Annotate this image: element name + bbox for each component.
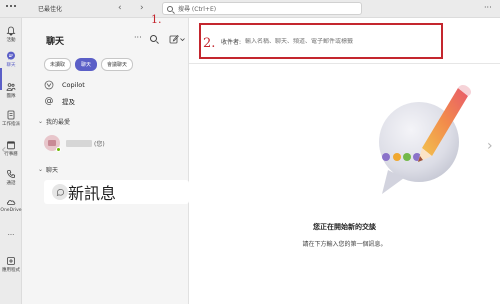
mentions-item[interactable]: 提及: [44, 96, 75, 106]
chat-filters: 未讀取 聊天 會議聊天: [44, 58, 134, 71]
forward-button[interactable]: ›: [140, 2, 144, 14]
calendar-icon: [7, 141, 15, 150]
mention-icon: [45, 97, 53, 105]
avatar: [44, 135, 61, 152]
section-label: 聊天: [46, 167, 59, 174]
cloud-icon: [7, 200, 16, 205]
app-launcher-icon[interactable]: [6, 5, 16, 7]
panel-more-button[interactable]: ···: [134, 33, 142, 42]
teams-icon: [6, 83, 16, 91]
copilot-label: Copilot: [62, 81, 85, 89]
teams-app: 已最佳化 ‹ › 搜尋 (Ctrl+E) ··· 活動 聊天 團隊 工作指派 行…: [0, 0, 500, 304]
favorites-section-header[interactable]: ⌄ 我的最愛: [38, 117, 70, 126]
favorite-chat-item[interactable]: (您): [44, 135, 105, 152]
app-rail: 活動 聊天 團隊 工作指派 行事曆 通話 OneDrive ··· 應用程式: [0, 18, 22, 304]
chats-section-header[interactable]: ⌄ 聊天: [38, 165, 58, 174]
filter-chats[interactable]: 聊天: [75, 58, 98, 71]
rail-label: OneDrive: [0, 208, 22, 213]
search-icon[interactable]: [150, 35, 157, 42]
empty-state-title: 您正在開始新的交談: [313, 223, 376, 231]
copilot-item[interactable]: Copilot: [44, 80, 85, 90]
rail-label: 工作指派: [2, 122, 20, 127]
copilot-icon: [44, 80, 54, 90]
chevron-down-icon: ⌄: [38, 166, 44, 173]
more-options-button[interactable]: ···: [484, 3, 492, 12]
empty-state-subtitle: 請在下方輸入您的第一個訊息。: [302, 241, 387, 248]
recipient-input[interactable]: [245, 37, 416, 45]
chevron-left-icon: ‹: [1, 142, 7, 158]
bell-icon: [6, 26, 16, 36]
rail-label: 應用程式: [2, 268, 20, 273]
rail-item-activity[interactable]: 活動: [0, 26, 22, 43]
rail-item-teams[interactable]: 團隊: [0, 82, 22, 99]
new-conversation-illustration: [379, 85, 472, 194]
rail-item-calls[interactable]: 通話: [0, 169, 22, 186]
avatar: [52, 184, 68, 200]
chevron-down-icon: [180, 37, 185, 41]
title-bar: 已最佳化 ‹ › 搜尋 (Ctrl+E) ···: [0, 0, 500, 18]
to-label: 收件者:: [221, 38, 242, 46]
self-label: (您): [94, 140, 105, 148]
new-message-label: 新訊息: [68, 184, 117, 203]
new-message-item[interactable]: 新訊息: [44, 180, 189, 204]
chevron-right-icon: ›: [487, 138, 493, 154]
annotation-step-1: 1.: [151, 13, 162, 26]
new-chat-button[interactable]: [169, 32, 189, 46]
add-apps-icon: [7, 257, 15, 265]
assignments-icon: [7, 110, 15, 120]
compose-icon: [169, 34, 179, 44]
search-placeholder: 搜尋 (Ctrl+E): [178, 6, 217, 13]
rail-label: 通話: [6, 181, 16, 186]
rail-item-assignments[interactable]: 工作指派: [0, 110, 22, 127]
chat-icon: [7, 51, 15, 60]
filter-unread[interactable]: 未讀取: [44, 58, 72, 71]
mentions-label: 提及: [62, 98, 75, 106]
presence-available-icon: [56, 147, 61, 152]
chat-list-panel: 聊天 ··· 未讀取 聊天 會議聊天 Copilot 提及 ⌄ 我的最愛 (您)…: [22, 18, 189, 304]
recipient-field-highlight: 收件者:: [199, 23, 443, 59]
rail-label: 團隊: [6, 94, 16, 99]
rail-label: 聊天: [6, 63, 16, 68]
rail-item-chat[interactable]: 聊天: [0, 51, 22, 68]
rail-item-apps[interactable]: 應用程式: [0, 256, 22, 273]
section-label: 我的最愛: [46, 119, 71, 126]
redacted-name: [66, 139, 92, 147]
annotation-step-2: 2.: [203, 36, 216, 51]
rail-label: 活動: [6, 38, 16, 43]
rail-more-button[interactable]: ···: [0, 230, 22, 239]
header-divider: [189, 63, 500, 64]
chevron-down-icon: ⌄: [38, 118, 44, 125]
panel-title: 聊天: [46, 37, 65, 47]
status-text: 已最佳化: [38, 6, 63, 13]
more-icon: ···: [7, 231, 15, 239]
global-search[interactable]: 搜尋 (Ctrl+E): [162, 2, 362, 15]
filter-meeting-chats[interactable]: 會議聊天: [101, 58, 134, 71]
chat-bubble-icon: [56, 188, 64, 196]
rail-item-onedrive[interactable]: OneDrive: [0, 197, 22, 213]
phone-icon: [7, 170, 15, 179]
search-icon: [167, 5, 173, 12]
back-button[interactable]: ‹: [118, 2, 122, 14]
